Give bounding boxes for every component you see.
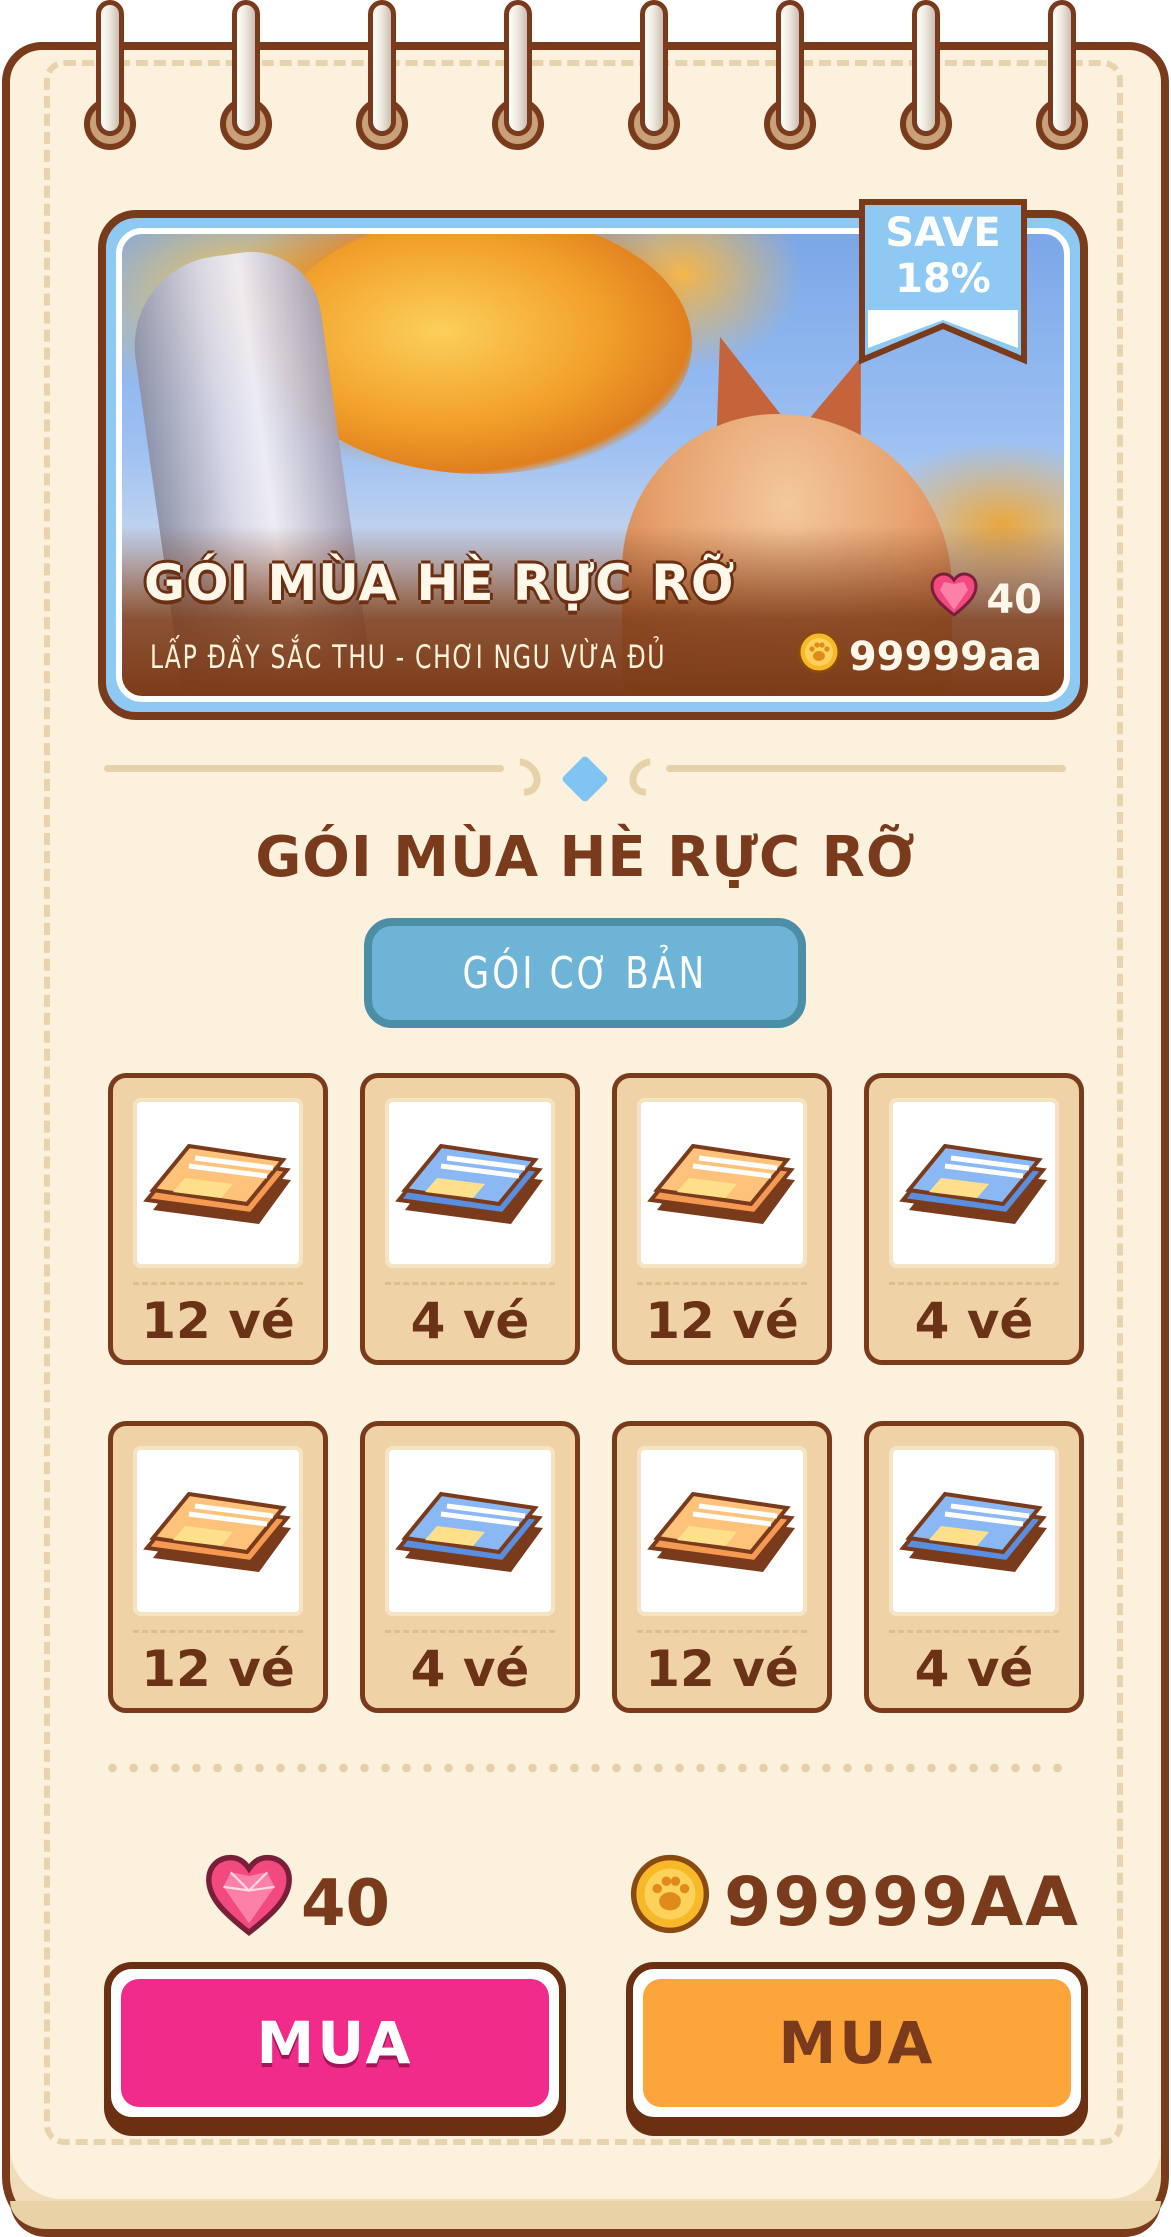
orange-ticket-icon: [133, 1446, 303, 1616]
dotted-separator: [102, 1763, 1072, 1773]
binder-ring: [492, 0, 544, 150]
buy-with-coins-button[interactable]: MUA: [626, 1962, 1088, 2124]
banner-subtitle: LẤP ĐẦY SẮC THU - CHƠI NGU VỪA ĐỦ: [150, 638, 667, 676]
pack-items-grid: 12 vé 4 vé 12 vé 4 vé 12 vé 4 vé 12 vé 4…: [108, 1073, 1088, 1713]
orange-ticket-icon: [133, 1098, 303, 1268]
item-quantity: 4 vé: [914, 1292, 1034, 1350]
blue-ticket-icon: [385, 1098, 555, 1268]
item-quantity: 12 vé: [141, 1292, 295, 1350]
pack-item-card[interactable]: 4 vé: [360, 1073, 580, 1365]
binder-ring: [628, 0, 680, 150]
coin-price: 99999AA: [630, 1854, 1080, 1951]
heart-gem-icon: [205, 1854, 293, 1954]
pack-item-card[interactable]: 4 vé: [360, 1421, 580, 1713]
binder-ring: [220, 0, 272, 150]
item-quantity: 12 vé: [645, 1292, 799, 1350]
tab-basic-pack[interactable]: GÓI CƠ BẢN: [364, 918, 806, 1028]
save-percent: 18%: [895, 256, 991, 302]
pack-title: GÓI MÙA HÈ RỰC RỠ: [255, 825, 916, 890]
divider-line: [666, 765, 1066, 772]
item-quantity: 12 vé: [645, 1640, 799, 1698]
binder-ring: [900, 0, 952, 150]
item-quantity: 12 vé: [141, 1640, 295, 1698]
item-quantity: 4 vé: [914, 1640, 1034, 1698]
paw-coin-icon: [630, 1854, 710, 1951]
orange-ticket-icon: [637, 1098, 807, 1268]
divider-line: [104, 765, 504, 772]
banner-title: GÓI MÙA HÈ RỰC RỠ: [144, 554, 736, 612]
binder-ring: [356, 0, 408, 150]
pack-item-card[interactable]: 4 vé: [864, 1073, 1084, 1365]
pack-item-card[interactable]: 4 vé: [864, 1421, 1084, 1713]
item-quantity: 4 vé: [410, 1640, 530, 1698]
buy-with-hearts-button[interactable]: MUA: [104, 1962, 566, 2124]
binder-ring: [1036, 0, 1088, 150]
banner-heart-price: 40: [930, 572, 1042, 628]
pack-item-card[interactable]: 12 vé: [612, 1421, 832, 1713]
notebook-bottom-edge: [10, 2201, 1161, 2237]
save-ribbon: SAVE 18%: [858, 198, 1028, 368]
blue-ticket-icon: [889, 1098, 1059, 1268]
item-quantity: 4 vé: [410, 1292, 530, 1350]
paw-coin-icon: [797, 630, 841, 684]
banner-coin-price: 99999aa: [797, 630, 1042, 684]
binder-ring: [84, 0, 136, 150]
binder-ring: [764, 0, 816, 150]
pack-item-card[interactable]: 12 vé: [612, 1073, 832, 1365]
heart-price: 40: [205, 1854, 390, 1954]
blue-ticket-icon: [889, 1446, 1059, 1616]
orange-ticket-icon: [637, 1446, 807, 1616]
save-label: SAVE: [885, 210, 1001, 256]
blue-ticket-icon: [385, 1446, 555, 1616]
pack-item-card[interactable]: 12 vé: [108, 1073, 328, 1365]
heart-gem-icon: [930, 572, 978, 628]
pack-item-card[interactable]: 12 vé: [108, 1421, 328, 1713]
